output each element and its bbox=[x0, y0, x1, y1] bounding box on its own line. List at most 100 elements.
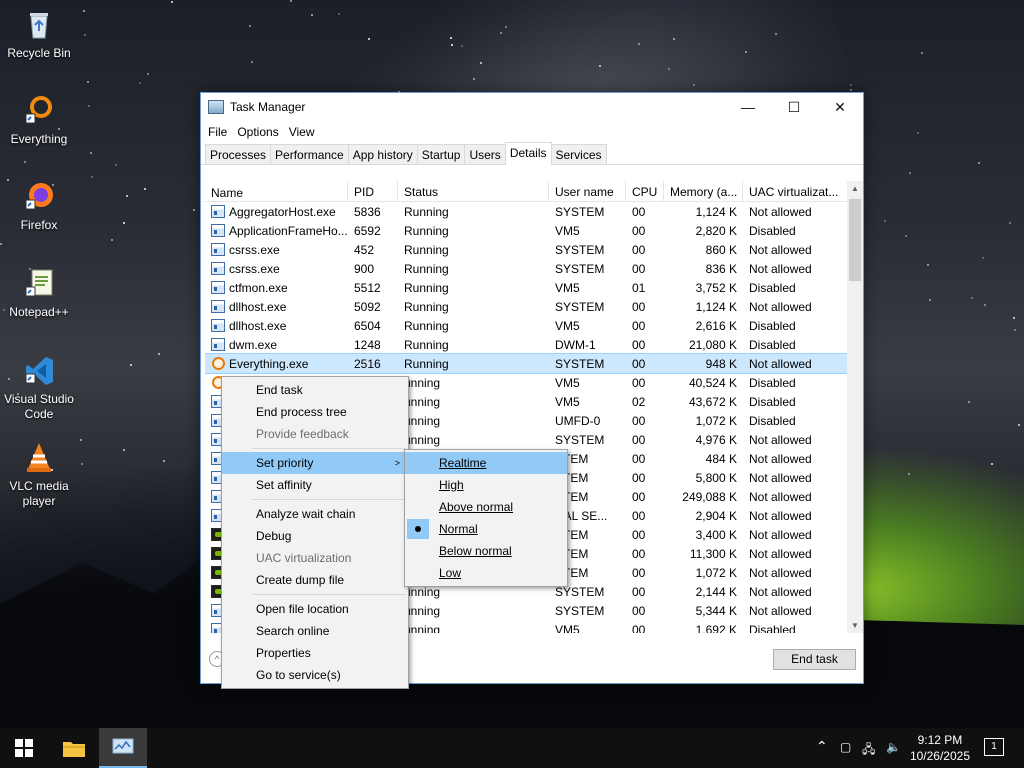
process-name: csrss.exe bbox=[229, 242, 280, 257]
priority-normal[interactable]: Normal bbox=[405, 518, 567, 540]
cell-name: csrss.exe bbox=[205, 243, 348, 257]
minimize-button[interactable]: — bbox=[725, 93, 771, 121]
priority-low[interactable]: Low bbox=[405, 562, 567, 584]
table-row[interactable]: dllhost.exe 6504 Running VM5 00 2,616 K Disabl… bbox=[205, 316, 848, 335]
tab-startup[interactable]: Startup bbox=[416, 144, 466, 164]
scroll-down-icon[interactable]: ▼ bbox=[847, 621, 863, 630]
everything-process-icon bbox=[211, 357, 225, 370]
menu-item-create-dump-file[interactable]: Create dump file bbox=[222, 569, 408, 591]
process-icon bbox=[211, 224, 225, 237]
cell-uac: Disabled bbox=[749, 622, 796, 634]
clock[interactable]: 9:12 PM 10/26/2025 bbox=[910, 732, 970, 764]
end-task-button[interactable]: End task bbox=[773, 649, 856, 670]
desktop-icon-vlc[interactable]: VLC media player bbox=[0, 441, 78, 509]
menu-options[interactable]: Options bbox=[232, 125, 283, 139]
cell-cpu: 00 bbox=[632, 413, 646, 428]
menu-item-set-affinity[interactable]: Set affinity bbox=[222, 474, 408, 496]
menu-item-debug[interactable]: Debug bbox=[222, 525, 408, 547]
column-name[interactable]: Name bbox=[205, 181, 348, 201]
table-row[interactable]: dllhost.exe 5092 Running SYSTEM 00 1,124 K Not… bbox=[205, 297, 848, 316]
cell-memory: 5,800 K bbox=[695, 470, 737, 485]
cell-pid: 5836 bbox=[354, 204, 381, 219]
taskbar-file-explorer[interactable] bbox=[50, 728, 98, 768]
column-uac-virtualization[interactable]: UAC virtualizat... bbox=[743, 181, 848, 201]
table-row[interactable]: dwm.exe 1248 Running DWM-1 00 21,080 K Disable… bbox=[205, 335, 848, 354]
menu-item-analyze-wait-chain[interactable]: Analyze wait chain bbox=[222, 503, 408, 525]
menu-item-set-priority[interactable]: Set priority > bbox=[222, 452, 408, 474]
column-cpu[interactable]: CPU bbox=[626, 181, 664, 201]
menu-item-go-to-service-s[interactable]: Go to service(s) bbox=[222, 664, 408, 686]
menu-file[interactable]: File bbox=[203, 125, 232, 139]
tray-volume-muted-icon[interactable]: 🔈 bbox=[886, 740, 901, 754]
task-manager-icon bbox=[112, 738, 134, 754]
process-name: dllhost.exe bbox=[229, 299, 287, 314]
menu-separator bbox=[252, 448, 406, 449]
column-pid[interactable]: PID bbox=[348, 181, 398, 201]
tab-services[interactable]: Services bbox=[550, 144, 607, 164]
vertical-scrollbar[interactable]: ▲ ▼ bbox=[847, 181, 863, 633]
tray-network-icon[interactable]: 🖧 bbox=[862, 740, 875, 761]
menu-item-label: End task bbox=[256, 383, 303, 397]
tray-chevron-up-icon[interactable]: ⌃ bbox=[816, 738, 828, 755]
notification-center-icon[interactable]: 1 bbox=[984, 738, 1004, 756]
desktop-icon-vscode[interactable]: Visual Studio Code bbox=[0, 354, 78, 422]
table-row[interactable]: ctfmon.exe 5512 Running VM5 01 3,752 K Disable… bbox=[205, 278, 848, 297]
star bbox=[500, 32, 502, 34]
menu-item-label: UAC virtualization bbox=[256, 551, 352, 565]
star bbox=[673, 38, 675, 40]
cell-name: csrss.exe bbox=[205, 262, 348, 276]
cell-cpu: 00 bbox=[632, 527, 646, 542]
star bbox=[908, 473, 910, 475]
tab-users[interactable]: Users bbox=[464, 144, 506, 164]
column-user-name[interactable]: User name bbox=[549, 181, 626, 201]
task-manager-icon bbox=[208, 100, 224, 114]
desktop-icon-everything[interactable]: Everything bbox=[0, 94, 78, 147]
star bbox=[917, 132, 919, 134]
taskbar-task-manager[interactable] bbox=[99, 728, 147, 768]
tab-details[interactable]: Details bbox=[504, 142, 552, 165]
desktop-icon-firefox[interactable]: Firefox bbox=[0, 180, 78, 233]
star bbox=[927, 264, 929, 266]
set-priority-submenu: Realtime High Above normal Normal Below norm… bbox=[404, 449, 568, 587]
tray-tablet-icon[interactable]: ▢ bbox=[840, 740, 851, 754]
star bbox=[929, 299, 931, 301]
start-button[interactable] bbox=[0, 728, 48, 768]
cell-uac: Not allowed bbox=[749, 508, 812, 523]
star bbox=[1014, 329, 1016, 331]
table-row[interactable]: csrss.exe 452 Running SYSTEM 00 860 K Not allo… bbox=[205, 240, 848, 259]
tab-performance[interactable]: Performance bbox=[270, 144, 349, 164]
table-row[interactable]: csrss.exe 900 Running SYSTEM 00 836 K Not allo… bbox=[205, 259, 848, 278]
tab-app-history[interactable]: App history bbox=[347, 144, 418, 164]
menu-view[interactable]: View bbox=[284, 125, 320, 139]
cell-cpu: 00 bbox=[632, 375, 646, 390]
priority-below-normal[interactable]: Below normal bbox=[405, 540, 567, 562]
cell-user-name: VM5 bbox=[555, 622, 580, 634]
star bbox=[163, 460, 165, 462]
menu-item-open-file-location[interactable]: Open file location bbox=[222, 598, 408, 620]
desktop-icon-recycle-bin[interactable]: Recycle Bin bbox=[0, 8, 78, 61]
column-memory[interactable]: Memory (a... bbox=[664, 181, 743, 201]
scroll-up-icon[interactable]: ▲ bbox=[847, 184, 863, 193]
star bbox=[81, 463, 83, 465]
tab-processes[interactable]: Processes bbox=[205, 144, 272, 164]
desktop-icon-notepad-plus-plus[interactable]: Notepad++ bbox=[0, 267, 78, 320]
scroll-thumb[interactable] bbox=[849, 199, 861, 281]
priority-realtime[interactable]: Realtime bbox=[405, 452, 567, 474]
star bbox=[368, 38, 370, 40]
table-row[interactable]: Everything.exe 2516 Running SYSTEM 00 948 K No… bbox=[205, 353, 848, 374]
star bbox=[461, 45, 463, 47]
priority-high[interactable]: High bbox=[405, 474, 567, 496]
priority-above-normal[interactable]: Above normal bbox=[405, 496, 567, 518]
menu-item-properties[interactable]: Properties bbox=[222, 642, 408, 664]
menu-item-search-online[interactable]: Search online bbox=[222, 620, 408, 642]
title-bar[interactable]: Task Manager — ☐ ✕ bbox=[201, 93, 863, 121]
maximize-button[interactable]: ☐ bbox=[771, 93, 817, 121]
close-button[interactable]: ✕ bbox=[817, 93, 863, 121]
table-row[interactable]: ApplicationFrameHo... 6592 Running VM5 00 2,8… bbox=[205, 221, 848, 240]
menu-item-end-process-tree[interactable]: End process tree bbox=[222, 401, 408, 423]
menu-item-end-task[interactable]: End task bbox=[222, 379, 408, 401]
cell-cpu: 00 bbox=[632, 204, 646, 219]
desktop-icon-label: Visual Studio Code bbox=[4, 392, 74, 421]
column-status[interactable]: Status bbox=[398, 181, 549, 201]
table-row[interactable]: AggregatorHost.exe 5836 Running SYSTEM 00 1,1… bbox=[205, 202, 848, 221]
